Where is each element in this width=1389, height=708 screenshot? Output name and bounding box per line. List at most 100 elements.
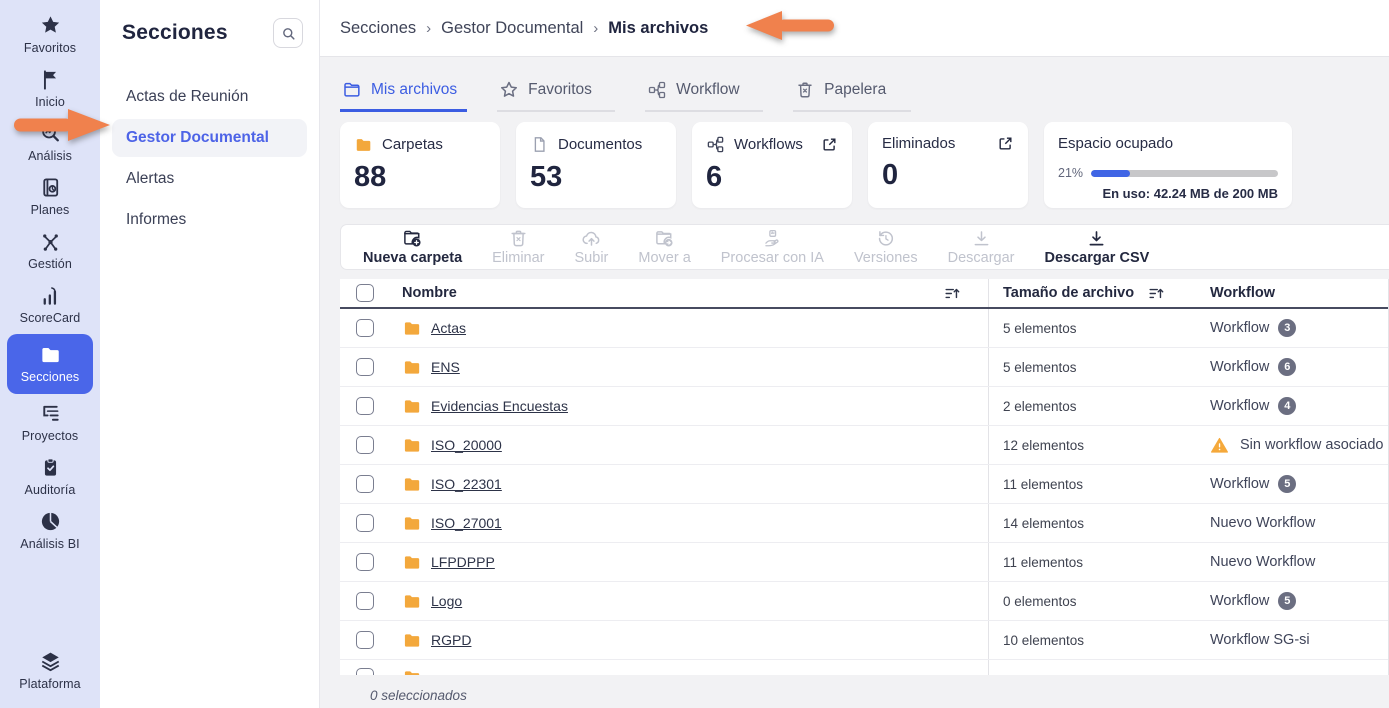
row-checkbox[interactable] xyxy=(356,631,374,649)
folder-link[interactable]: ISO_22301 xyxy=(431,476,502,492)
sidebar-item-proyectos[interactable]: Proyectos xyxy=(7,396,93,450)
card-value: 53 xyxy=(530,161,662,194)
row-checkbox[interactable] xyxy=(356,475,374,493)
bar-chart-icon xyxy=(39,284,62,307)
folder-link[interactable]: Actas xyxy=(431,320,466,336)
card-espacio-ocupado: Espacio ocupado 21% En uso: 42.24 MB de … xyxy=(1044,122,1292,208)
storage-progress-fill xyxy=(1091,170,1130,177)
row-checkbox[interactable] xyxy=(356,358,374,376)
menu-item-informes[interactable]: Informes xyxy=(112,201,307,239)
tab-workflow[interactable]: Workflow xyxy=(645,74,763,112)
sidebar-item-label: Gestión xyxy=(28,257,72,271)
sidebar-item-label: Favoritos xyxy=(24,41,76,55)
menu-item-actas-de-reunion[interactable]: Actas de Reunión xyxy=(112,78,307,116)
hub-network-icon xyxy=(39,230,62,253)
tab-label: Workflow xyxy=(676,81,739,99)
versions-button[interactable]: Versiones xyxy=(854,228,918,266)
row-checkbox[interactable] xyxy=(356,553,374,571)
sidebar-item-favoritos[interactable]: Favoritos xyxy=(7,8,93,62)
files-table: Nombre Tamaño de archivo Workflow xyxy=(340,279,1389,675)
workflow-warning-text: Sin workflow asociado xyxy=(1240,437,1383,453)
external-link-icon[interactable] xyxy=(821,136,838,153)
folder-link[interactable]: ISO_27001 xyxy=(431,515,502,531)
table-row: ISO_20000 12 elementos Sin workflow asoc… xyxy=(340,426,1388,465)
sidebar-item-planes[interactable]: Planes xyxy=(7,170,93,224)
stat-cards: Carpetas 88 Documentos 53 Workflo xyxy=(340,122,1389,208)
sidebar-item-analisis-bi[interactable]: Análisis BI xyxy=(7,504,93,558)
sidebar-item-label: Secciones xyxy=(21,370,80,384)
toolbar-button-label: Descargar CSV xyxy=(1045,250,1150,266)
row-checkbox[interactable] xyxy=(356,668,374,675)
download-button[interactable]: Descargar xyxy=(948,228,1015,266)
folder-link[interactable]: Evidencias Encuestas xyxy=(431,398,568,414)
external-link-icon[interactable] xyxy=(997,135,1014,152)
storage-percent: 21% xyxy=(1058,166,1083,180)
app-window: Favoritos Inicio Análisis Planes Gestión… xyxy=(0,0,1389,708)
breadcrumb-gestor-documental[interactable]: Gestor Documental xyxy=(441,19,583,38)
sidebar-item-gestion[interactable]: Gestión xyxy=(7,224,93,278)
sidebar-item-inicio[interactable]: Inicio xyxy=(7,62,93,116)
card-carpetas[interactable]: Carpetas 88 xyxy=(340,122,500,208)
folder-icon xyxy=(402,318,422,338)
folder-move-icon xyxy=(654,228,675,249)
sidebar-item-plataforma[interactable]: Plataforma xyxy=(7,644,93,698)
row-size: 14 elementos xyxy=(988,504,1180,542)
card-workflows[interactable]: Workflows 6 xyxy=(692,122,852,208)
sidebar-item-label: Análisis xyxy=(28,149,72,163)
sidebar-item-secciones[interactable]: Secciones xyxy=(7,334,93,394)
card-documentos[interactable]: Documentos 53 xyxy=(516,122,676,208)
folder-link[interactable]: ENS xyxy=(431,359,460,375)
row-checkbox[interactable] xyxy=(356,436,374,454)
folder-link[interactable]: ISO_20000 xyxy=(431,437,502,453)
workflow-name: Workflow xyxy=(1210,359,1269,375)
select-all-checkbox[interactable] xyxy=(356,284,374,302)
sidebar-item-analisis[interactable]: Análisis xyxy=(7,116,93,170)
row-checkbox[interactable] xyxy=(356,514,374,532)
folder-icon xyxy=(402,513,422,533)
folder-icon xyxy=(402,667,422,675)
new-folder-button[interactable]: Nueva carpeta xyxy=(363,228,462,266)
sidebar-item-label: Plataforma xyxy=(19,677,80,691)
upload-button[interactable]: Subir xyxy=(575,228,609,266)
sidebar-item-auditoria[interactable]: Auditoría xyxy=(7,450,93,504)
row-size: 12 elementos xyxy=(988,426,1180,464)
move-to-button[interactable]: Mover a xyxy=(638,228,690,266)
search-button[interactable] xyxy=(273,18,303,48)
row-size: 11 elementos xyxy=(988,465,1180,503)
menu-item-alertas[interactable]: Alertas xyxy=(112,160,307,198)
row-checkbox[interactable] xyxy=(356,397,374,415)
breadcrumb-secciones[interactable]: Secciones xyxy=(340,19,416,38)
tab-papelera[interactable]: Papelera xyxy=(793,74,911,112)
sidebar-item-scorecard[interactable]: ScoreCard xyxy=(7,278,93,332)
sidebar-item-label: Inicio xyxy=(35,95,65,109)
warning-icon xyxy=(1210,436,1229,455)
workflow-count-badge: 3 xyxy=(1278,319,1296,337)
process-with-ai-button[interactable]: Procesar con IA xyxy=(721,228,824,266)
card-eliminados[interactable]: Eliminados 0 xyxy=(868,122,1028,208)
workflow-icon xyxy=(706,135,725,154)
sort-icon[interactable] xyxy=(1147,284,1166,303)
tab-label: Papelera xyxy=(824,81,886,99)
download-csv-button[interactable]: Descargar CSV xyxy=(1045,228,1150,266)
content-area: Mis archivos Favoritos Workflow Papelera xyxy=(320,57,1389,708)
row-size: 10 elementos xyxy=(988,621,1180,659)
breadcrumb: Secciones › Gestor Documental › Mis arch… xyxy=(340,19,708,38)
row-checkbox[interactable] xyxy=(356,319,374,337)
breadcrumb-separator: › xyxy=(593,20,598,37)
folder-link[interactable]: LFPDPPP xyxy=(431,554,495,570)
folder-icon xyxy=(402,357,422,377)
tab-favoritos[interactable]: Favoritos xyxy=(497,74,615,112)
folder-link[interactable]: Logo xyxy=(431,593,462,609)
selection-count: 0 seleccionados xyxy=(340,675,1389,703)
document-icon xyxy=(530,135,549,154)
workflow-name: Workflow xyxy=(1210,476,1269,492)
tab-mis-archivos[interactable]: Mis archivos xyxy=(340,74,467,112)
trash-icon xyxy=(508,228,529,249)
workflow-name: Workflow SG-si xyxy=(1210,632,1310,648)
table-row: ENS 5 elementos Workflow 6 xyxy=(340,348,1388,387)
menu-item-gestor-documental[interactable]: Gestor Documental xyxy=(112,119,307,157)
folder-link[interactable]: RGPD xyxy=(431,632,471,648)
delete-button[interactable]: Eliminar xyxy=(492,228,544,266)
sort-icon[interactable] xyxy=(943,284,962,303)
row-checkbox[interactable] xyxy=(356,592,374,610)
